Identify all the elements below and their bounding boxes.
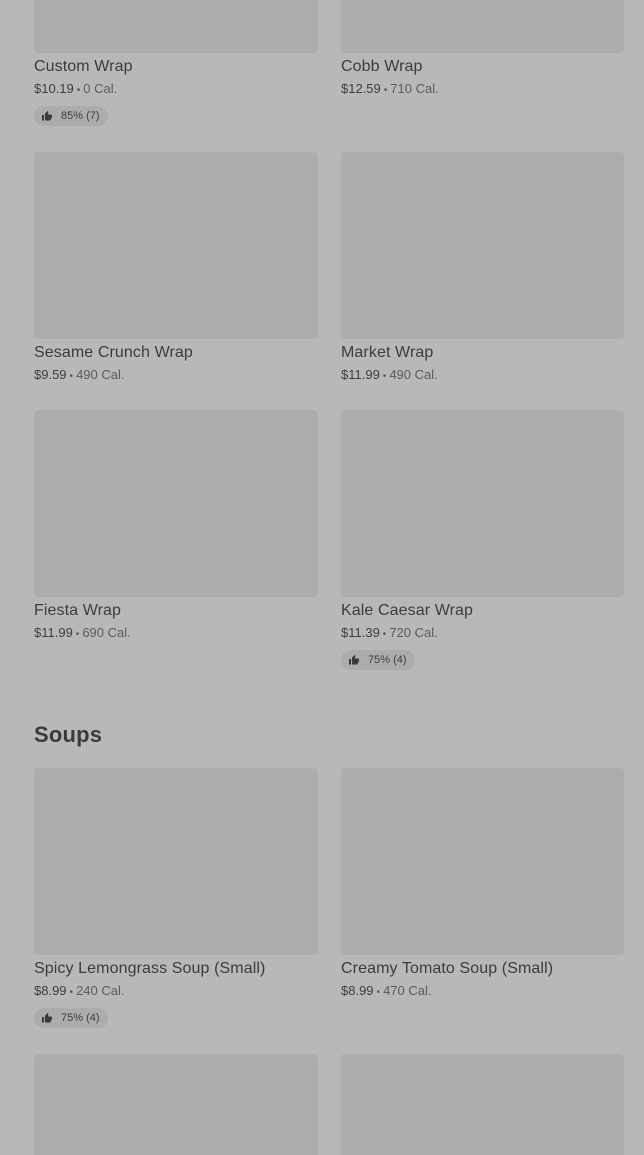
item-calories: 470 Cal. [383,983,432,998]
item-image [341,768,624,955]
thumbs-up-icon [349,655,359,665]
rating-text: 75% (4) [368,654,407,666]
item-calories: 490 Cal. [76,367,125,382]
item-image [34,768,318,955]
item-price-calories: $9.59 • 490 Cal. [34,368,318,384]
item-image [341,152,624,339]
section-title-soups: Soups [34,722,103,747]
item-price: $11.39 [341,625,380,640]
item-name: Creamy Tomato Soup (Small) [341,960,554,977]
rating-text: 85% (7) [61,110,100,122]
item-calories: 720 Cal. [389,625,438,640]
separator-dot: • [69,987,74,998]
item-price-calories: $8.99 • 470 Cal. [341,984,624,1000]
item-price-calories: $11.39 • 720 Cal. [341,626,624,642]
menu-item-card[interactable] [341,1054,624,1155]
rating-badge: 75% (4) [341,650,415,670]
item-price-calories: $11.99 • 490 Cal. [341,368,624,384]
menu-item-card[interactable]: Kale Caesar Wrap $11.39 • 720 Cal. 75% (4) [341,410,624,671]
thumbs-up-icon [42,1013,52,1023]
separator-dot: • [69,371,74,382]
item-image [34,410,318,597]
item-calories: 710 Cal. [390,81,439,96]
item-name: Sesame Crunch Wrap [34,344,193,361]
menu-item-card[interactable]: Sesame Crunch Wrap $9.59 • 490 Cal. [34,152,318,384]
menu-item-card[interactable] [34,1054,318,1155]
item-calories: 490 Cal. [389,367,438,382]
rating-badge: 75% (4) [34,1008,108,1028]
item-image [341,0,624,53]
item-name: Custom Wrap [34,58,133,75]
menu-item-card[interactable]: Market Wrap $11.99 • 490 Cal. [341,152,624,384]
separator-dot: • [75,629,80,640]
menu-item-card[interactable]: Creamy Tomato Soup (Small) $8.99 • 470 Cal… [341,768,624,1000]
item-price: $9.59 [34,367,67,382]
item-price: $11.99 [341,367,380,382]
menu-item-card[interactable]: Custom Wrap $10.19 • 0 Cal. 85% (7) [34,0,318,127]
item-image [341,1054,624,1155]
item-image [34,152,318,339]
item-price: $12.59 [341,81,381,96]
item-price: $10.19 [34,81,74,96]
separator-dot: • [382,371,387,382]
item-name: Fiesta Wrap [34,602,122,619]
separator-dot: • [376,987,381,998]
item-name: Spicy Lemongrass Soup (Small) [34,960,266,977]
menu-item-card[interactable]: Spicy Lemongrass Soup (Small) $8.99 • 240 … [34,768,318,1029]
item-name: Kale Caesar Wrap [341,602,474,619]
item-price-calories: $11.99 • 690 Cal. [34,626,318,642]
thumbs-up-icon [42,111,52,121]
item-price-calories: $10.19 • 0 Cal. [34,82,318,98]
item-image [341,410,624,597]
separator-dot: • [76,85,81,96]
item-price-calories: $12.59 • 710 Cal. [341,82,624,98]
item-name: Market Wrap [341,344,434,361]
item-price: $11.99 [34,625,73,640]
item-image [34,1054,318,1155]
item-price: $8.99 [34,983,67,998]
item-calories: 0 Cal. [83,81,118,96]
rating-text: 75% (4) [61,1012,100,1024]
menu-item-card[interactable]: Cobb Wrap $12.59 • 710 Cal. [341,0,624,98]
item-price: $8.99 [341,983,374,998]
menu-item-card[interactable]: Fiesta Wrap $11.99 • 690 Cal. [34,410,318,642]
rating-badge: 85% (7) [34,106,108,126]
item-image [34,0,318,53]
separator-dot: • [382,629,387,640]
item-price-calories: $8.99 • 240 Cal. [34,984,318,1000]
item-name: Cobb Wrap [341,58,423,75]
item-calories: 690 Cal. [82,625,131,640]
separator-dot: • [383,85,388,96]
item-calories: 240 Cal. [76,983,125,998]
